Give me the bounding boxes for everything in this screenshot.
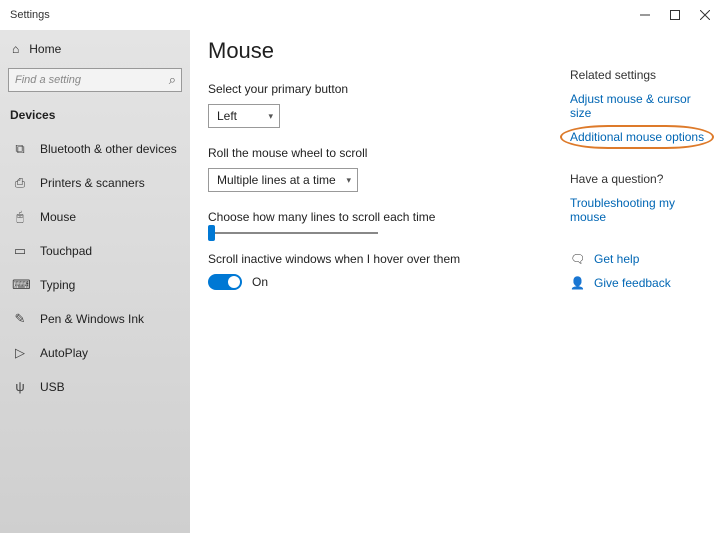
primary-button-field: Select your primary button Left ▾ <box>208 82 560 128</box>
primary-button-label: Select your primary button <box>208 82 560 96</box>
sidebar-item-label: Mouse <box>40 210 76 224</box>
autoplay-icon: ▷ <box>12 345 28 361</box>
sidebar-item-label: Pen & Windows Ink <box>40 312 144 326</box>
sidebar-item-label: Bluetooth & other devices <box>40 142 177 156</box>
maximize-button[interactable] <box>660 0 690 30</box>
lines-slider-label: Choose how many lines to scroll each tim… <box>208 210 560 224</box>
feedback-icon: 👤 <box>570 276 584 290</box>
sidebar-section-title: Devices <box>0 98 190 132</box>
lines-slider[interactable] <box>208 232 560 234</box>
wheel-scroll-field: Roll the mouse wheel to scroll Multiple … <box>208 146 560 192</box>
inactive-scroll-toggle[interactable] <box>208 274 242 290</box>
toggle-knob <box>228 276 240 288</box>
get-help-label: Get help <box>594 252 639 266</box>
wheel-scroll-select[interactable]: Multiple lines at a time ▾ <box>208 168 358 192</box>
sidebar-home[interactable]: ⌂ Home <box>0 36 190 62</box>
mouse-icon: 🖰 <box>12 209 28 225</box>
inactive-scroll-label: Scroll inactive windows when I hover ove… <box>208 252 560 266</box>
inactive-scroll-field: Scroll inactive windows when I hover ove… <box>208 252 560 290</box>
close-button[interactable] <box>690 0 720 30</box>
home-icon: ⌂ <box>12 42 19 56</box>
page-title: Mouse <box>208 38 560 64</box>
sidebar-item-bluetooth[interactable]: ⧉ Bluetooth & other devices <box>0 132 190 166</box>
bluetooth-icon: ⧉ <box>12 141 28 157</box>
sidebar-item-pen[interactable]: ✎ Pen & Windows Ink <box>0 302 190 336</box>
sidebar-search: ⌕ <box>8 68 182 92</box>
inactive-scroll-toggle-row: On <box>208 274 560 290</box>
settings-window: Settings ⌂ Home ⌕ Devices <box>0 0 720 533</box>
sidebar-item-printers[interactable]: ⎙ Printers & scanners <box>0 166 190 200</box>
help-icon: 🗨 <box>570 252 584 266</box>
primary-button-value: Left <box>217 109 237 123</box>
pen-icon: ✎ <box>12 311 28 327</box>
search-input[interactable] <box>8 68 182 92</box>
get-help-row[interactable]: 🗨 Get help <box>570 252 708 266</box>
content-column: Mouse Select your primary button Left ▾ … <box>208 38 570 533</box>
link-adjust-mouse-cursor-size[interactable]: Adjust mouse & cursor size <box>570 92 708 120</box>
chevron-down-icon: ▾ <box>268 111 273 122</box>
home-label: Home <box>29 42 61 56</box>
wheel-scroll-value: Multiple lines at a time <box>217 173 336 187</box>
minimize-button[interactable] <box>630 0 660 30</box>
sidebar-item-usb[interactable]: ψ USB <box>0 370 190 403</box>
chevron-down-icon: ▾ <box>346 175 351 186</box>
sidebar-item-label: Typing <box>40 278 75 292</box>
sidebar-item-autoplay[interactable]: ▷ AutoPlay <box>0 336 190 370</box>
slider-thumb[interactable] <box>208 225 215 241</box>
give-feedback-row[interactable]: 👤 Give feedback <box>570 276 708 290</box>
sidebar-nav: ⧉ Bluetooth & other devices ⎙ Printers &… <box>0 132 190 403</box>
touchpad-icon: ▭ <box>12 243 28 259</box>
printer-icon: ⎙ <box>12 175 28 191</box>
window-body: ⌂ Home ⌕ Devices ⧉ Bluetooth & other dev… <box>0 30 720 533</box>
usb-icon: ψ <box>12 379 28 394</box>
sidebar-item-label: Printers & scanners <box>40 176 145 190</box>
window-title: Settings <box>10 9 50 21</box>
related-settings-head: Related settings <box>570 68 708 82</box>
sidebar-item-typing[interactable]: ⌨ Typing <box>0 268 190 302</box>
slider-track <box>208 232 378 234</box>
sidebar-item-touchpad[interactable]: ▭ Touchpad <box>0 234 190 268</box>
main-area: Mouse Select your primary button Left ▾ … <box>190 30 720 533</box>
inactive-scroll-state: On <box>252 275 268 289</box>
sidebar-item-label: AutoPlay <box>40 346 88 360</box>
link-troubleshooting-mouse[interactable]: Troubleshooting my mouse <box>570 196 708 224</box>
right-column: Related settings Adjust mouse & cursor s… <box>570 38 720 533</box>
primary-button-select[interactable]: Left ▾ <box>208 104 280 128</box>
titlebar: Settings <box>0 0 720 30</box>
lines-slider-field: Choose how many lines to scroll each tim… <box>208 210 560 234</box>
sidebar-item-label: USB <box>40 380 65 394</box>
typing-icon: ⌨ <box>12 277 28 293</box>
give-feedback-label: Give feedback <box>594 276 671 290</box>
sidebar-item-mouse[interactable]: 🖰 Mouse <box>0 200 190 234</box>
sidebar-item-label: Touchpad <box>40 244 92 258</box>
search-icon: ⌕ <box>169 72 176 88</box>
sidebar: ⌂ Home ⌕ Devices ⧉ Bluetooth & other dev… <box>0 30 190 533</box>
window-buttons <box>630 0 720 30</box>
question-head: Have a question? <box>570 172 708 186</box>
link-additional-mouse-options[interactable]: Additional mouse options <box>570 130 704 144</box>
wheel-scroll-label: Roll the mouse wheel to scroll <box>208 146 560 160</box>
